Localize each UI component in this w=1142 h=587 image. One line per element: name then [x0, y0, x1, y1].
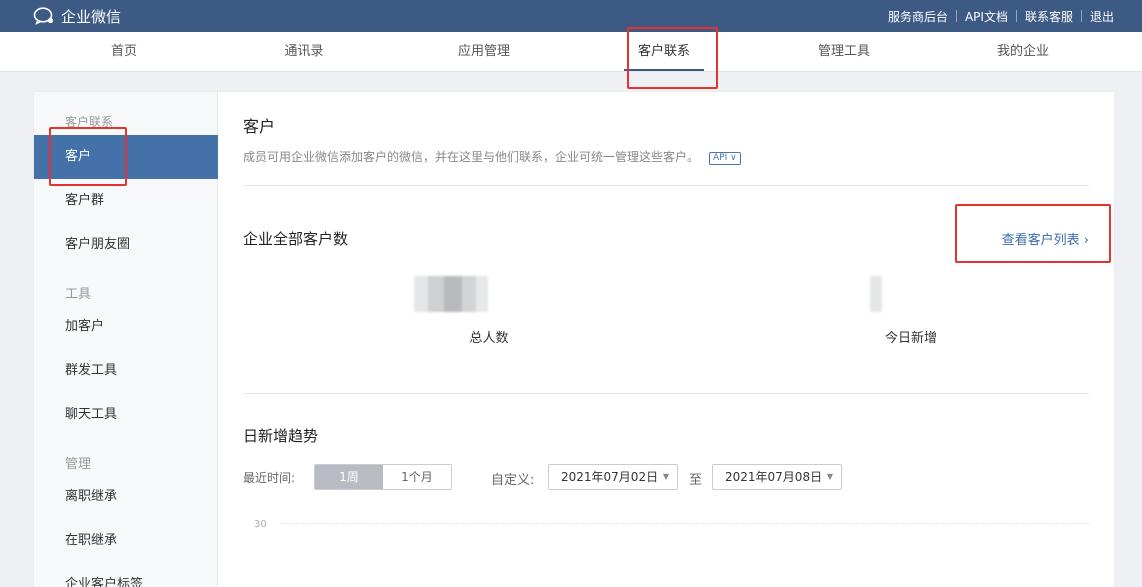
logout-link[interactable]: 退出 — [1082, 8, 1114, 25]
sidebar-item-resigned-inherit[interactable]: 离职继承 — [34, 475, 218, 519]
start-date-select[interactable]: 2021年07月02日 ▼ — [548, 464, 678, 490]
nav-app-management[interactable]: 应用管理 — [424, 32, 544, 72]
wecom-logo-icon — [33, 7, 54, 25]
logo[interactable]: 企业微信 — [33, 5, 121, 27]
total-count-blurred — [414, 276, 488, 316]
logo-text: 企业微信 — [61, 7, 122, 26]
sidebar-group-tools: 工具 — [65, 287, 92, 302]
nav-management-tools[interactable]: 管理工具 — [784, 32, 904, 72]
service-provider-link[interactable]: 服务商后台 — [880, 8, 956, 25]
start-date-value: 2021年07月02日 — [561, 470, 659, 484]
nav-home[interactable]: 首页 — [64, 32, 184, 72]
section-divider — [243, 185, 1089, 186]
sidebar-item-customer-moments[interactable]: 客户朋友圈 — [34, 223, 218, 267]
end-date-value: 2021年07月08日 — [725, 470, 823, 484]
chart-y-tick: 30 — [254, 519, 267, 530]
range-1-month-button[interactable]: 1个月 — [383, 465, 451, 489]
chevron-down-icon: ▼ — [662, 472, 669, 481]
highlight-box-sidebar — [49, 127, 127, 186]
daily-trend-title: 日新增趋势 — [243, 427, 319, 445]
top-links: 服务商后台 API文档 联系客服 退出 — [880, 0, 1114, 32]
total-count-label: 总人数 — [469, 331, 509, 346]
time-range-toggle: 1周 1个月 — [314, 464, 452, 490]
sidebar-item-chat-tool[interactable]: 聊天工具 — [34, 393, 218, 437]
main-nav: 首页 通讯录 应用管理 客户联系 管理工具 我的企业 — [0, 32, 1142, 72]
section-divider — [243, 393, 1089, 394]
highlight-box-nav — [627, 27, 718, 89]
today-new-label: 今日新增 — [884, 331, 937, 346]
contact-support-link[interactable]: 联系客服 — [1017, 8, 1081, 25]
end-date-select[interactable]: 2021年07月08日 ▼ — [712, 464, 842, 490]
nav-my-enterprise[interactable]: 我的企业 — [963, 32, 1083, 72]
page-description-text: 成员可用企业微信添加客户的微信，并在这里与他们联系，企业可统一管理这些客户。 — [243, 150, 700, 164]
top-bar: 企业微信 服务商后台 API文档 联系客服 退出 — [0, 0, 1142, 32]
custom-range-label: 自定义: — [491, 473, 535, 488]
range-1-week-button[interactable]: 1周 — [315, 465, 383, 489]
main-panel: 客户联系 客户 客户群 客户朋友圈 工具 加客户 群发工具 聊天工具 管理 离职… — [34, 92, 1114, 587]
sidebar-group-manage: 管理 — [65, 457, 92, 472]
recent-time-label: 最近时间: — [243, 471, 296, 485]
highlight-box-view-list — [955, 204, 1111, 263]
sidebar-item-customer-tags[interactable]: 企业客户标签 — [34, 563, 218, 587]
api-badge[interactable]: API ∨ — [709, 152, 741, 165]
api-docs-link[interactable]: API文档 — [957, 8, 1016, 25]
chevron-down-icon: ▼ — [826, 472, 833, 481]
sidebar-item-broadcast-tool[interactable]: 群发工具 — [34, 349, 218, 393]
sidebar-item-onjob-inherit[interactable]: 在职继承 — [34, 519, 218, 563]
page-title: 客户 — [243, 117, 276, 136]
nav-contacts[interactable]: 通讯录 — [244, 32, 364, 72]
total-customers-title: 企业全部客户数 — [243, 230, 349, 248]
sidebar-item-add-customer[interactable]: 加客户 — [34, 305, 218, 349]
to-label: 至 — [689, 473, 703, 488]
page-description: 成员可用企业微信添加客户的微信，并在这里与他们联系，企业可统一管理这些客户。 AP… — [243, 148, 741, 165]
today-new-count-blurred — [870, 276, 882, 316]
chart-gridline — [281, 523, 1089, 524]
